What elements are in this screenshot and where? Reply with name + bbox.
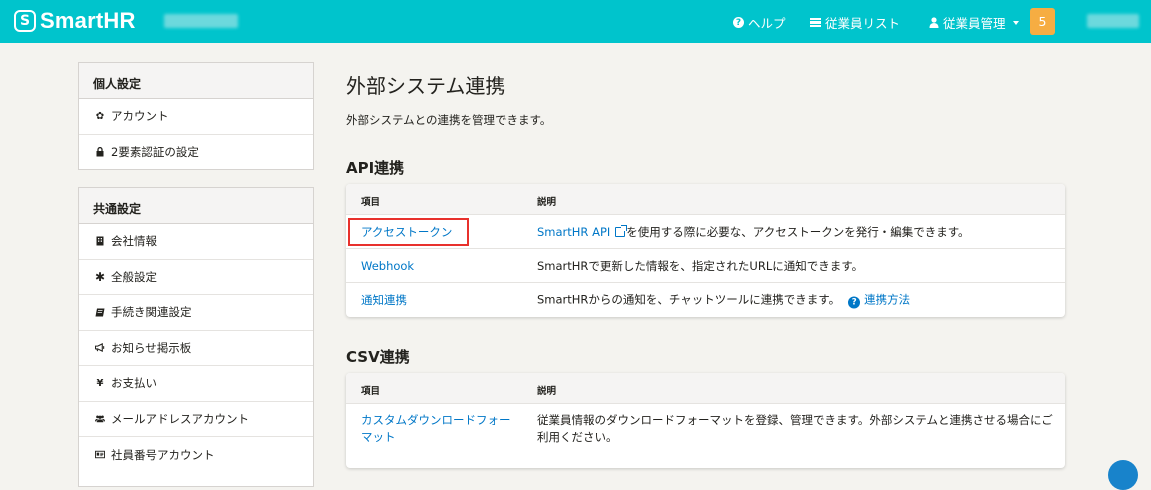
common-settings-panel: 共通設定 会社情報 ✱ 全般設定 手続き関連設定 お知らせ掲示板 ¥ お支払い … xyxy=(78,187,314,487)
column-header-description: 説明 xyxy=(537,386,557,397)
logo-mark: S xyxy=(14,10,36,32)
help-circle-icon: ? xyxy=(848,296,861,308)
sidebar-item-label: 2要素認証の設定 xyxy=(111,145,199,160)
row-description: 従業員情報のダウンロードフォーマットを登録、管理できます。外部システムと連携させ… xyxy=(537,412,1053,444)
caret-down-icon xyxy=(1012,20,1019,25)
column-header-description: 説明 xyxy=(537,197,557,208)
smarthr-api-link[interactable]: SmartHR API xyxy=(537,224,628,239)
sidebar-item-label: 手続き関連設定 xyxy=(111,305,192,320)
lock-icon xyxy=(95,147,105,157)
logo-text: SmartHR xyxy=(40,8,136,33)
how-to-integrate-link[interactable]: ? 連携方法 xyxy=(840,292,911,308)
row-description: SmartHR API を使用する際に必要な、アクセストークンを発行・編集できます… xyxy=(537,224,970,240)
sidebar-item-employee-number-account[interactable]: 社員番号アカウント xyxy=(79,437,313,473)
nav-employee-manage-label: 従業員管理 xyxy=(943,16,1006,31)
sidebar-item-two-factor[interactable]: 2要素認証の設定 xyxy=(79,135,313,171)
sidebar-item-payment[interactable]: ¥ お支払い xyxy=(79,366,313,402)
yen-icon: ¥ xyxy=(96,377,104,389)
tenant-name-blurred xyxy=(164,14,238,28)
row-description: SmartHRで更新した情報を、指定されたURLに通知できます。 xyxy=(537,258,864,273)
table-header: 項目 説明 xyxy=(346,373,1065,403)
how-to-integrate-label: 連携方法 xyxy=(864,292,911,306)
gear-icon: ✿ xyxy=(95,110,105,122)
common-settings-heading: 共通設定 xyxy=(79,188,313,224)
custom-download-format-link[interactable]: カスタムダウンロードフォーマット xyxy=(361,412,516,446)
row-description-text: を使用する際に必要な、アクセストークンを発行・編集できます。 xyxy=(626,224,970,239)
building-icon xyxy=(95,236,105,246)
list-icon xyxy=(810,17,821,28)
csv-section-title: CSV連携 xyxy=(346,348,410,366)
notification-badge[interactable]: 5 xyxy=(1030,8,1055,35)
users-icon xyxy=(95,414,105,423)
nav-help-label: ヘルプ xyxy=(748,16,786,31)
sidebar-item-label: 社員番号アカウント xyxy=(111,447,215,462)
sidebar-item-label: お知らせ掲示板 xyxy=(111,340,192,355)
access-token-link[interactable]: アクセストークン xyxy=(361,224,452,240)
api-section-title: API連携 xyxy=(346,159,405,177)
row-description-text: SmartHRからの通知を、チャットツールに連携できます。 xyxy=(537,292,841,306)
sidebar-item-account[interactable]: ✿ アカウント xyxy=(79,99,313,135)
personal-settings-panel: 個人設定 ✿ アカウント 2要素認証の設定 xyxy=(78,62,314,170)
column-header-item: 項目 xyxy=(361,197,381,208)
row-description: SmartHRからの通知を、チャットツールに連携できます。? 連携方法 xyxy=(537,291,910,308)
sidebar-item-label: 全般設定 xyxy=(111,269,157,284)
nav-employee-list-link[interactable]: 従業員リスト xyxy=(810,13,900,32)
floating-help-button[interactable] xyxy=(1108,460,1138,490)
column-header-item: 項目 xyxy=(361,386,381,397)
user-icon xyxy=(929,17,939,28)
nav-help-link[interactable]: ? ヘルプ xyxy=(733,13,786,32)
question-circle-icon: ? xyxy=(733,17,744,28)
sidebar-item-bulletin-board[interactable]: お知らせ掲示板 xyxy=(79,331,313,366)
megaphone-icon xyxy=(95,343,105,353)
smarthr-logo[interactable]: S SmartHR xyxy=(14,8,136,34)
table-row: 通知連携 SmartHRからの通知を、チャットツールに連携できます。? 連携方法 xyxy=(346,282,1065,316)
table-row: Webhook SmartHRで更新した情報を、指定されたURLに通知できます。 xyxy=(346,248,1065,282)
table-header: 項目 説明 xyxy=(346,184,1065,214)
smarthr-api-link-label: SmartHR API xyxy=(537,224,611,239)
top-navigation-bar: S SmartHR ? ヘルプ 従業員リスト 従業員管理 5 xyxy=(0,0,1151,43)
id-card-icon xyxy=(95,450,105,459)
nav-employee-list-label: 従業員リスト xyxy=(825,16,901,31)
webhook-link[interactable]: Webhook xyxy=(361,259,414,273)
notification-integration-link[interactable]: 通知連携 xyxy=(361,292,407,308)
table-row: カスタムダウンロードフォーマット 従業員情報のダウンロードフォーマットを登録、管… xyxy=(346,403,1065,453)
sidebar-item-procedure-settings[interactable]: 手続き関連設定 xyxy=(79,295,313,331)
sidebar-item-label: アカウント xyxy=(111,109,169,124)
page-title: 外部システム連携 xyxy=(346,74,506,98)
sidebar-item-general-settings[interactable]: ✱ 全般設定 xyxy=(79,260,313,295)
sidebar-item-label: 会社情報 xyxy=(111,234,157,249)
user-menu-blurred[interactable] xyxy=(1087,14,1139,28)
external-link-icon xyxy=(615,224,628,237)
book-icon xyxy=(95,308,105,317)
asterisk-icon: ✱ xyxy=(94,269,106,284)
page-description: 外部システムとの連携を管理できます。 xyxy=(346,113,552,127)
nav-employee-manage-dropdown[interactable]: 従業員管理 xyxy=(929,13,1019,32)
table-row: アクセストークン SmartHR API を使用する際に必要な、アクセストークンを… xyxy=(346,214,1065,248)
sidebar-item-email-account[interactable]: メールアドレスアカウント xyxy=(79,402,313,437)
csv-integration-table: 項目 説明 カスタムダウンロードフォーマット 従業員情報のダウンロードフォーマッ… xyxy=(346,373,1065,468)
personal-settings-heading: 個人設定 xyxy=(79,63,313,99)
sidebar-item-label: メールアドレスアカウント xyxy=(111,411,249,426)
api-integration-table: 項目 説明 アクセストークン SmartHR API を使用する際に必要な、アクセ… xyxy=(346,184,1065,317)
sidebar-item-company-info[interactable]: 会社情報 xyxy=(79,224,313,260)
sidebar-item-label: お支払い xyxy=(111,376,157,391)
